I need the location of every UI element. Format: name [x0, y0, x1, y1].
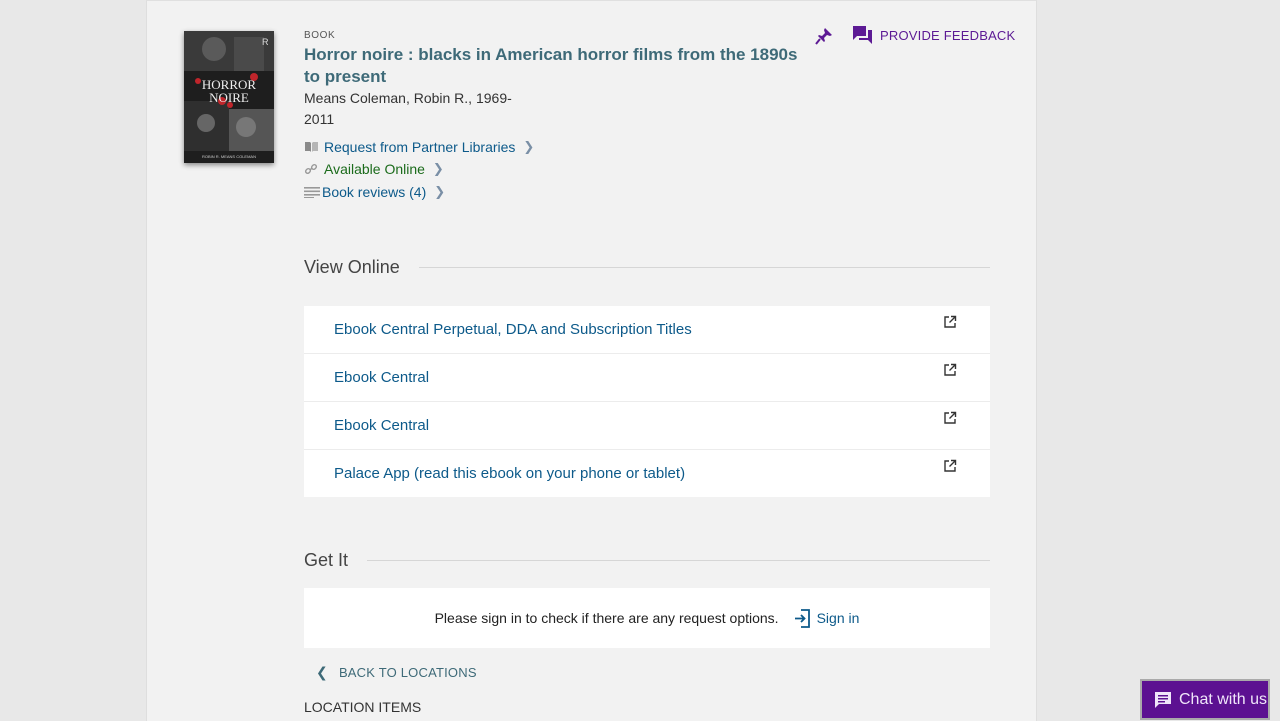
view-online-list: Ebook Central Perpetual, DDA and Subscri…	[304, 306, 990, 497]
book-open-icon	[304, 140, 320, 154]
provide-feedback-button[interactable]: PROVIDE FEEDBACK	[852, 25, 1015, 45]
publication-year: 2011	[304, 111, 335, 127]
view-online-heading: View Online	[304, 257, 990, 278]
list-item[interactable]: Palace App (read this ebook on your phon…	[304, 450, 990, 497]
back-to-locations-button[interactable]: ❮ BACK TO LOCATIONS	[316, 664, 477, 681]
chat-icon	[1155, 691, 1171, 708]
online-service-link[interactable]: Ebook Central	[334, 369, 429, 386]
chevron-right-icon: ❯	[432, 161, 444, 176]
get-it-title: Get It	[304, 550, 349, 570]
svg-text:R: R	[262, 37, 269, 47]
sign-in-icon	[794, 608, 810, 628]
view-online-title: View Online	[304, 257, 400, 277]
cover-author: ROBIN R. MEANS COLEMAN	[202, 154, 256, 159]
signin-message: Please sign in to check if there are any…	[434, 610, 779, 626]
back-to-locations-label[interactable]: BACK TO LOCATIONS	[339, 665, 477, 680]
book-reviews-link[interactable]: Book reviews (4) ❯	[304, 182, 445, 202]
get-it-heading: Get It	[304, 550, 990, 571]
external-link-icon[interactable]	[943, 459, 957, 473]
external-link-icon[interactable]	[943, 315, 957, 329]
online-service-link[interactable]: Palace App (read this ebook on your phon…	[334, 465, 685, 482]
divider	[418, 267, 990, 268]
external-link-icon[interactable]	[943, 363, 957, 377]
list-item[interactable]: Ebook Central	[304, 354, 990, 402]
provide-feedback-label: PROVIDE FEEDBACK	[880, 27, 1016, 43]
available-online-label[interactable]: Available Online	[324, 161, 425, 177]
divider	[367, 560, 990, 561]
chevron-right-icon: ❯	[434, 184, 446, 199]
list-icon	[304, 185, 321, 199]
sign-in-label[interactable]: Sign in	[817, 610, 860, 626]
available-online-link[interactable]: Available Online ❯	[304, 159, 444, 179]
online-service-link[interactable]: Ebook Central Perpetual, DDA and Subscri…	[334, 321, 692, 338]
request-partner-libraries-link[interactable]: Request from Partner Libraries ❯	[304, 137, 534, 157]
external-link-icon[interactable]	[943, 411, 957, 425]
feedback-icon	[853, 26, 872, 44]
record-author: Means Coleman, Robin R., 1969- 2011	[304, 88, 514, 130]
author-name: Means Coleman, Robin R., 1969-	[304, 90, 512, 106]
request-partner-libraries-label[interactable]: Request from Partner Libraries	[324, 139, 515, 155]
chat-label[interactable]: Chat with us	[1179, 691, 1267, 709]
location-items-heading: LOCATION ITEMS	[304, 699, 422, 715]
online-service-link[interactable]: Ebook Central	[334, 417, 429, 434]
sign-in-button[interactable]: Sign in	[794, 608, 860, 628]
cover-title-2: NOIRE	[209, 90, 249, 105]
signin-prompt: Please sign in to check if there are any…	[304, 588, 990, 648]
chevron-right-icon: ❯	[523, 139, 535, 154]
link-icon	[304, 162, 320, 176]
record-title[interactable]: Horror noire : blacks in American horror…	[304, 44, 809, 88]
pin-icon[interactable]	[815, 27, 833, 45]
chevron-left-icon: ❮	[316, 664, 328, 680]
chat-button[interactable]: Chat with us	[1140, 679, 1270, 720]
record-type: BOOK	[304, 30, 336, 41]
list-item[interactable]: Ebook Central Perpetual, DDA and Subscri…	[304, 306, 990, 354]
book-reviews-label[interactable]: Book reviews (4)	[322, 184, 426, 200]
list-item[interactable]: Ebook Central	[304, 402, 990, 450]
book-cover[interactable]: HORROR NOIRE ROBIN R. MEANS COLEMAN R	[184, 31, 274, 163]
